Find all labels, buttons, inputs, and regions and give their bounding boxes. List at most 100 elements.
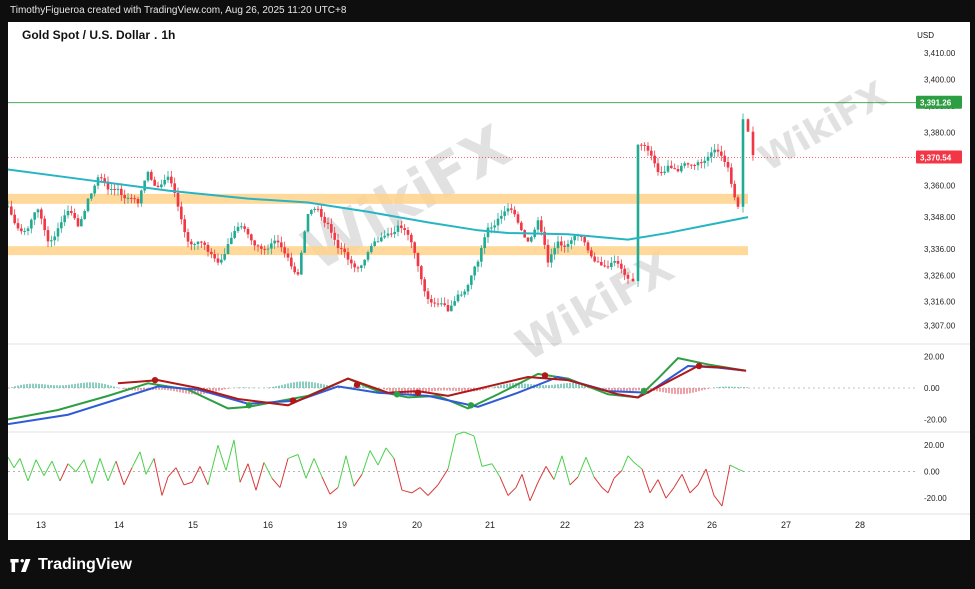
histogram-bar	[110, 385, 112, 388]
candle-body	[490, 227, 493, 229]
candle-body	[203, 242, 206, 245]
candle-body	[563, 245, 566, 247]
candle-body	[546, 244, 550, 263]
screenshot-root: TimothyFigueroa created with TradingView…	[0, 0, 975, 589]
histogram-bar	[17, 385, 19, 388]
histogram-bar	[65, 384, 67, 388]
histogram-bar	[626, 388, 628, 392]
candle-body	[306, 214, 310, 232]
histogram-bar	[611, 388, 613, 391]
price-axis-label: 3,326.00	[924, 271, 956, 280]
candle-body	[176, 192, 180, 207]
crossover-dot	[353, 381, 361, 389]
candle-body	[353, 263, 356, 268]
momentum-segment	[649, 479, 659, 494]
candle-body	[751, 131, 755, 156]
histogram-bar	[161, 388, 163, 390]
histogram-bar	[89, 382, 91, 388]
histogram-bar	[239, 387, 241, 388]
chart-canvas[interactable]: WikiFXWikiFXWikiFX3,410.003,400.003,390.…	[8, 22, 970, 540]
candle-body	[403, 228, 406, 231]
tradingview-branding[interactable]: TradingView	[10, 556, 132, 574]
candle-body	[183, 219, 186, 233]
candle-body	[526, 237, 530, 242]
momentum-segment	[75, 459, 85, 472]
histogram-bar	[539, 385, 541, 388]
candle-body	[10, 206, 13, 215]
momentum-segment	[27, 459, 37, 482]
candle-body	[170, 176, 173, 184]
momentum-segment	[255, 462, 265, 491]
momentum-segment	[491, 463, 501, 478]
momentum-segment	[19, 458, 29, 482]
currency-label[interactable]: USD	[917, 31, 934, 40]
candle-body	[696, 162, 700, 166]
candle-body	[370, 245, 373, 253]
histogram-bar	[38, 383, 40, 388]
histogram-bar	[719, 386, 721, 388]
candle-body	[410, 234, 413, 243]
candle-body	[396, 225, 400, 232]
histogram-bar	[440, 388, 442, 391]
histogram-bar	[689, 388, 691, 394]
candle-body	[500, 215, 503, 219]
candle-body	[256, 245, 260, 247]
histogram-bar	[506, 383, 508, 388]
histogram-bar	[545, 385, 547, 388]
histogram-bar	[302, 381, 304, 388]
candle-body	[650, 150, 653, 156]
candle-body	[40, 209, 43, 219]
candle-body	[300, 252, 303, 275]
histogram-bar	[608, 388, 610, 391]
momentum-segment	[175, 467, 185, 486]
candle-body	[206, 244, 210, 252]
histogram-bar	[68, 384, 70, 388]
momentum-segment	[233, 439, 241, 483]
crossover-dot	[393, 391, 401, 398]
momentum-segment	[287, 454, 299, 459]
crossover-dot	[414, 389, 422, 396]
candle-body	[423, 279, 426, 292]
time-axis-label: 26	[707, 520, 717, 530]
momentum-segment	[521, 474, 531, 501]
candle-body	[683, 163, 686, 166]
watermark-wikifx: WikiFXWikiFXWikiFX	[291, 74, 895, 372]
symbol-title[interactable]: Gold Spot / U.S. Dollar. 1h	[22, 28, 179, 42]
momentum-segment	[545, 466, 555, 480]
candle-body	[66, 210, 70, 216]
time-axis-label: 22	[560, 520, 570, 530]
candle-body	[63, 215, 66, 223]
candle-body	[480, 248, 483, 262]
candle-body	[73, 213, 76, 219]
candle-body	[373, 241, 376, 246]
histogram-bar	[566, 383, 568, 388]
momentum-axis-label: 20.00	[924, 441, 945, 450]
candle-body	[153, 179, 156, 186]
candle-body	[86, 198, 90, 212]
candle-body	[506, 208, 510, 212]
chart-panel[interactable]: WikiFXWikiFXWikiFX3,410.003,400.003,390.…	[8, 22, 970, 540]
candle-body	[426, 291, 430, 300]
histogram-bar	[722, 386, 724, 388]
candle-body	[450, 305, 453, 312]
histogram-bar	[278, 385, 280, 388]
time-axis-label: 19	[337, 520, 347, 530]
momentum-axis-label: 0.00	[924, 468, 940, 477]
histogram-bar	[116, 387, 118, 388]
candle-body	[600, 261, 603, 266]
oscillator-axis-label: 0.00	[924, 384, 940, 393]
momentum-segment	[419, 487, 429, 496]
candle-body	[680, 165, 683, 172]
candle-body	[16, 223, 20, 229]
candle-body	[723, 155, 726, 162]
candle-body	[493, 225, 496, 228]
candle-body	[150, 171, 153, 180]
watermark-text: WikiFX	[752, 74, 895, 180]
candle-body	[243, 226, 246, 229]
time-axis-label: 20	[412, 520, 422, 530]
momentum-segment	[279, 458, 289, 488]
candle-body	[553, 248, 556, 255]
candle-body	[713, 149, 716, 153]
histogram-bar	[323, 384, 325, 388]
candle-body	[400, 225, 403, 229]
